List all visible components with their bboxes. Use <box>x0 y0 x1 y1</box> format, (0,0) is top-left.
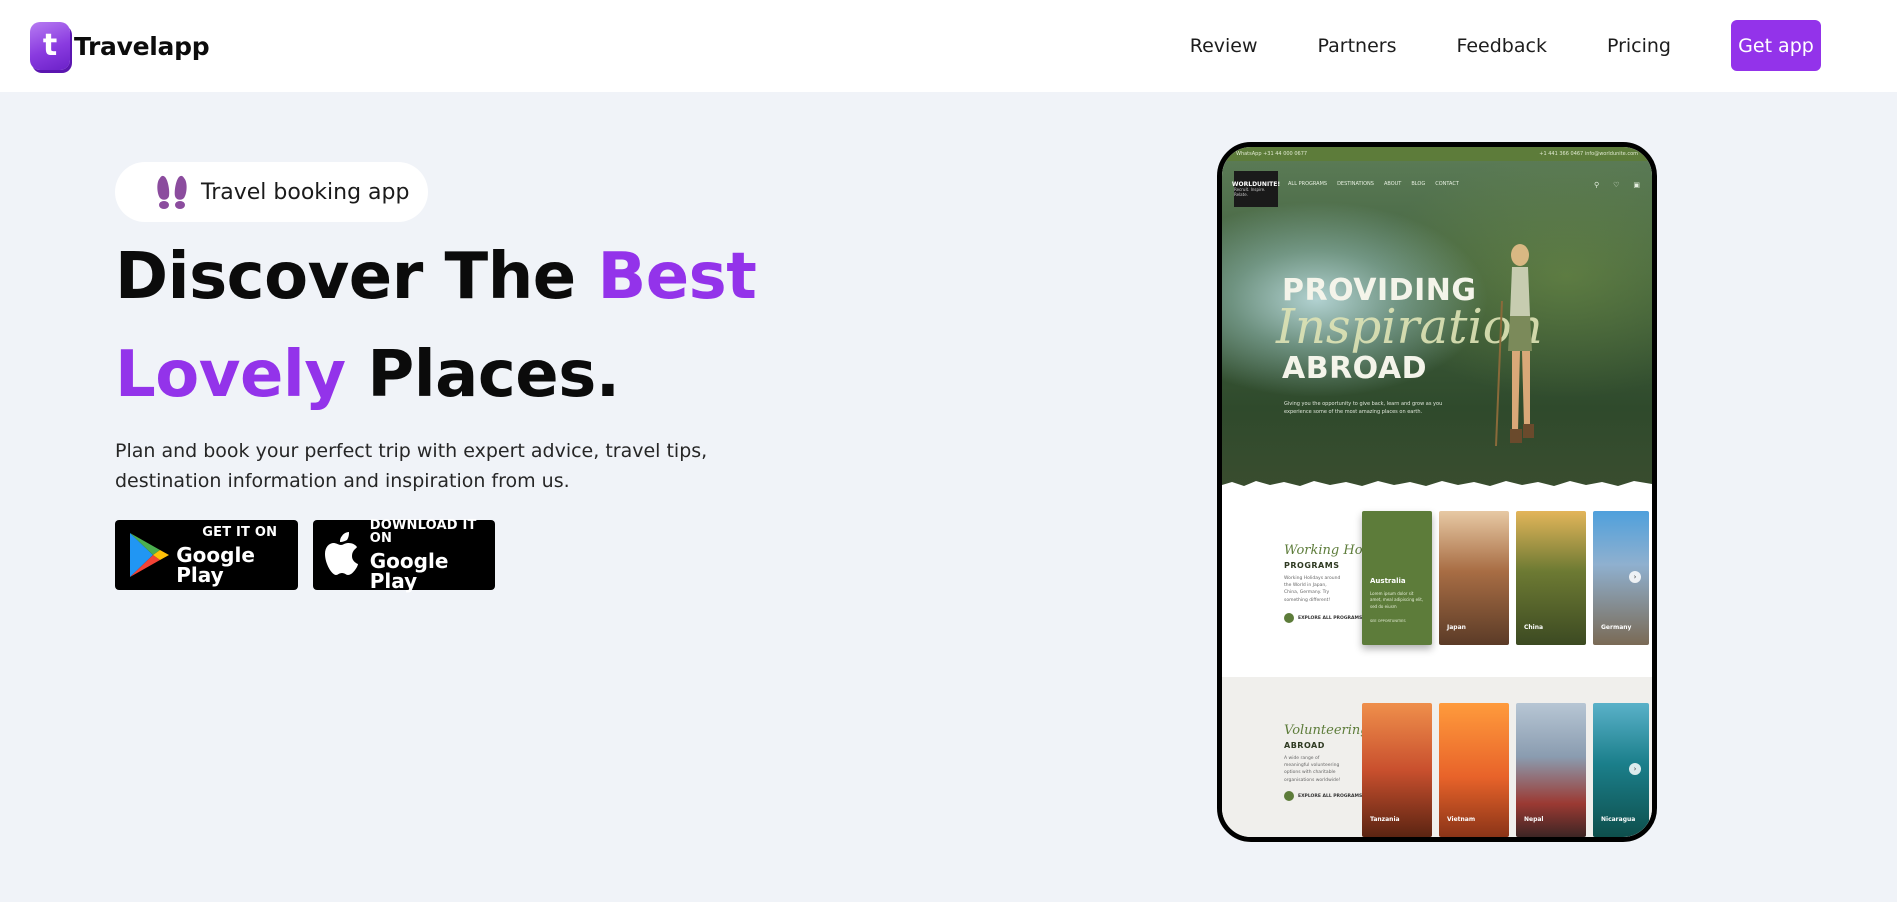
title-part-1: Discover The <box>115 240 598 314</box>
card-nepal: Nepal <box>1516 703 1586 837</box>
card-label: Germany <box>1601 624 1632 631</box>
hero-title: Discover The Best Lovely Places. <box>115 228 835 424</box>
card-germany: Germany › <box>1593 511 1649 645</box>
nav-link-feedback[interactable]: Feedback <box>1456 35 1546 57</box>
mockup-menu-item: BLOG <box>1411 181 1426 187</box>
app-logo-icon: t <box>30 22 70 70</box>
get-app-button[interactable]: Get app <box>1731 20 1821 71</box>
chevron-right-icon: › <box>1629 571 1641 583</box>
mockup-menu-item: CONTACT <box>1435 181 1459 187</box>
mockup-search-icon: ⚲ <box>1593 181 1600 189</box>
google-play-icon <box>123 531 174 579</box>
mockup-topbar: WhatsApp +31 44 000 0677 +1 441 366 0467… <box>1222 147 1652 161</box>
hiker-figure <box>1495 244 1534 447</box>
main-nav: Review Partners Feedback Pricing Get app <box>1190 20 1821 71</box>
google-play-button[interactable]: GET IT ON Google Play <box>115 520 298 590</box>
mockup-hero-caption: Giving you the opportunity to give back,… <box>1284 401 1443 415</box>
card-china: China <box>1516 511 1586 645</box>
card-text: Lorem ipsum dolor sit amet, meal adipisc… <box>1370 591 1424 609</box>
brand[interactable]: t Travelapp <box>30 22 210 70</box>
card-japan: Japan <box>1439 511 1509 645</box>
play-big-text: Google Play <box>176 542 255 587</box>
card-australia: Australia Lorem ipsum dolor sit amet, me… <box>1362 511 1432 645</box>
volunteering-heading: ABROAD <box>1284 741 1325 750</box>
volunteering-cards: Tanzania Vietnam Nepal Nicaragua › <box>1362 703 1649 837</box>
nav-link-review[interactable]: Review <box>1190 35 1258 57</box>
card-vietnam: Vietnam <box>1439 703 1509 837</box>
download-button[interactable]: DOWNLOAD IT ON Google Play <box>313 518 495 593</box>
mockup-site-header: WORLDUNITE! Recruit. Inspire. Relate. AL… <box>1232 171 1640 207</box>
card-label: Nicaragua <box>1601 816 1636 823</box>
volunteering-link-label: EXPLORE ALL PROGRAMS <box>1298 793 1363 799</box>
mockup-site-icons: ⚲ ♡ ▣ <box>1594 181 1640 189</box>
arrow-circle-icon <box>1284 791 1294 801</box>
phone-mockup: WhatsApp +31 44 000 0677 +1 441 366 0467… <box>1217 142 1657 842</box>
card-label: Japan <box>1447 624 1466 631</box>
programs-link: EXPLORE ALL PROGRAMS <box>1284 613 1362 623</box>
programs-heading: PROGRAMS <box>1284 561 1340 570</box>
play-small-text: GET IT ON <box>202 524 278 540</box>
top-navbar: t Travelapp Review Partners Feedback Pri… <box>0 0 1897 92</box>
mockup-site-logo: WORLDUNITE! Recruit. Inspire. Relate. <box>1232 171 1280 207</box>
mockup-hero-line-3: ABROAD <box>1282 351 1428 386</box>
title-accent-2: Lovely <box>115 338 346 412</box>
mockup-programs-section: Working Holiday PROGRAMS Working Holiday… <box>1222 491 1652 677</box>
card-more: SEE OPPORTUNITIES <box>1370 619 1406 623</box>
mockup-hero-image: WORLDUNITE! Recruit. Inspire. Relate. AL… <box>1222 161 1652 493</box>
nav-link-partners[interactable]: Partners <box>1318 35 1397 57</box>
volunteering-desc: A wide range of meaningful volunteering … <box>1284 756 1341 783</box>
mockup-logo-sub: Recruit. Inspire. Relate. <box>1234 186 1266 197</box>
badge-label: Travel booking app <box>201 179 410 205</box>
mockup-topbar-left: WhatsApp +31 44 000 0677 <box>1236 151 1308 157</box>
title-accent-1: Best <box>597 240 757 314</box>
volunteering-link: EXPLORE ALL PROGRAMS <box>1284 791 1362 801</box>
apple-icon <box>321 531 368 579</box>
download-small-text: DOWNLOAD IT ON <box>369 518 477 546</box>
brand-name: Travelapp <box>74 31 210 61</box>
footprints-icon <box>155 174 189 210</box>
card-label: Australia <box>1370 577 1406 585</box>
volunteering-script: Volunteering <box>1284 723 1369 738</box>
card-tanzania: Tanzania <box>1362 703 1432 837</box>
card-label: Vietnam <box>1447 816 1476 823</box>
hero-badge: Travel booking app <box>115 162 428 222</box>
mockup-site-menu: ALL PROGRAMS DESTINATIONS ABOUT BLOG CON… <box>1288 181 1459 187</box>
programs-desc: Working Holidays around the World in Jap… <box>1284 576 1341 603</box>
title-part-2: Places. <box>345 338 620 412</box>
mockup-heart-icon: ♡ <box>1613 181 1620 189</box>
hero-description: Plan and book your perfect trip with exp… <box>115 440 708 492</box>
card-label: Nepal <box>1524 816 1544 823</box>
download-big-text: Google Play <box>369 549 449 593</box>
card-label: Tanzania <box>1370 816 1400 823</box>
chevron-right-icon: › <box>1629 763 1641 775</box>
programs-link-label: EXPLORE ALL PROGRAMS <box>1298 615 1363 621</box>
mockup-menu-item: ABOUT <box>1383 181 1402 187</box>
programs-cards: Australia Lorem ipsum dolor sit amet, me… <box>1362 511 1649 645</box>
nav-link-pricing[interactable]: Pricing <box>1607 35 1671 57</box>
mockup-bag-icon: ▣ <box>1633 181 1640 189</box>
card-label: China <box>1524 624 1544 631</box>
mockup-menu-item: ALL PROGRAMS <box>1288 181 1328 187</box>
arrow-circle-icon <box>1284 613 1294 623</box>
mockup-volunteering-section: Volunteering ABROAD A wide range of mean… <box>1222 677 1652 837</box>
mockup-menu-item: DESTINATIONS <box>1337 181 1374 187</box>
card-nicaragua: Nicaragua › <box>1593 703 1649 837</box>
mockup-topbar-right: +1 441 366 0467 info@worldunite.com <box>1539 151 1638 157</box>
